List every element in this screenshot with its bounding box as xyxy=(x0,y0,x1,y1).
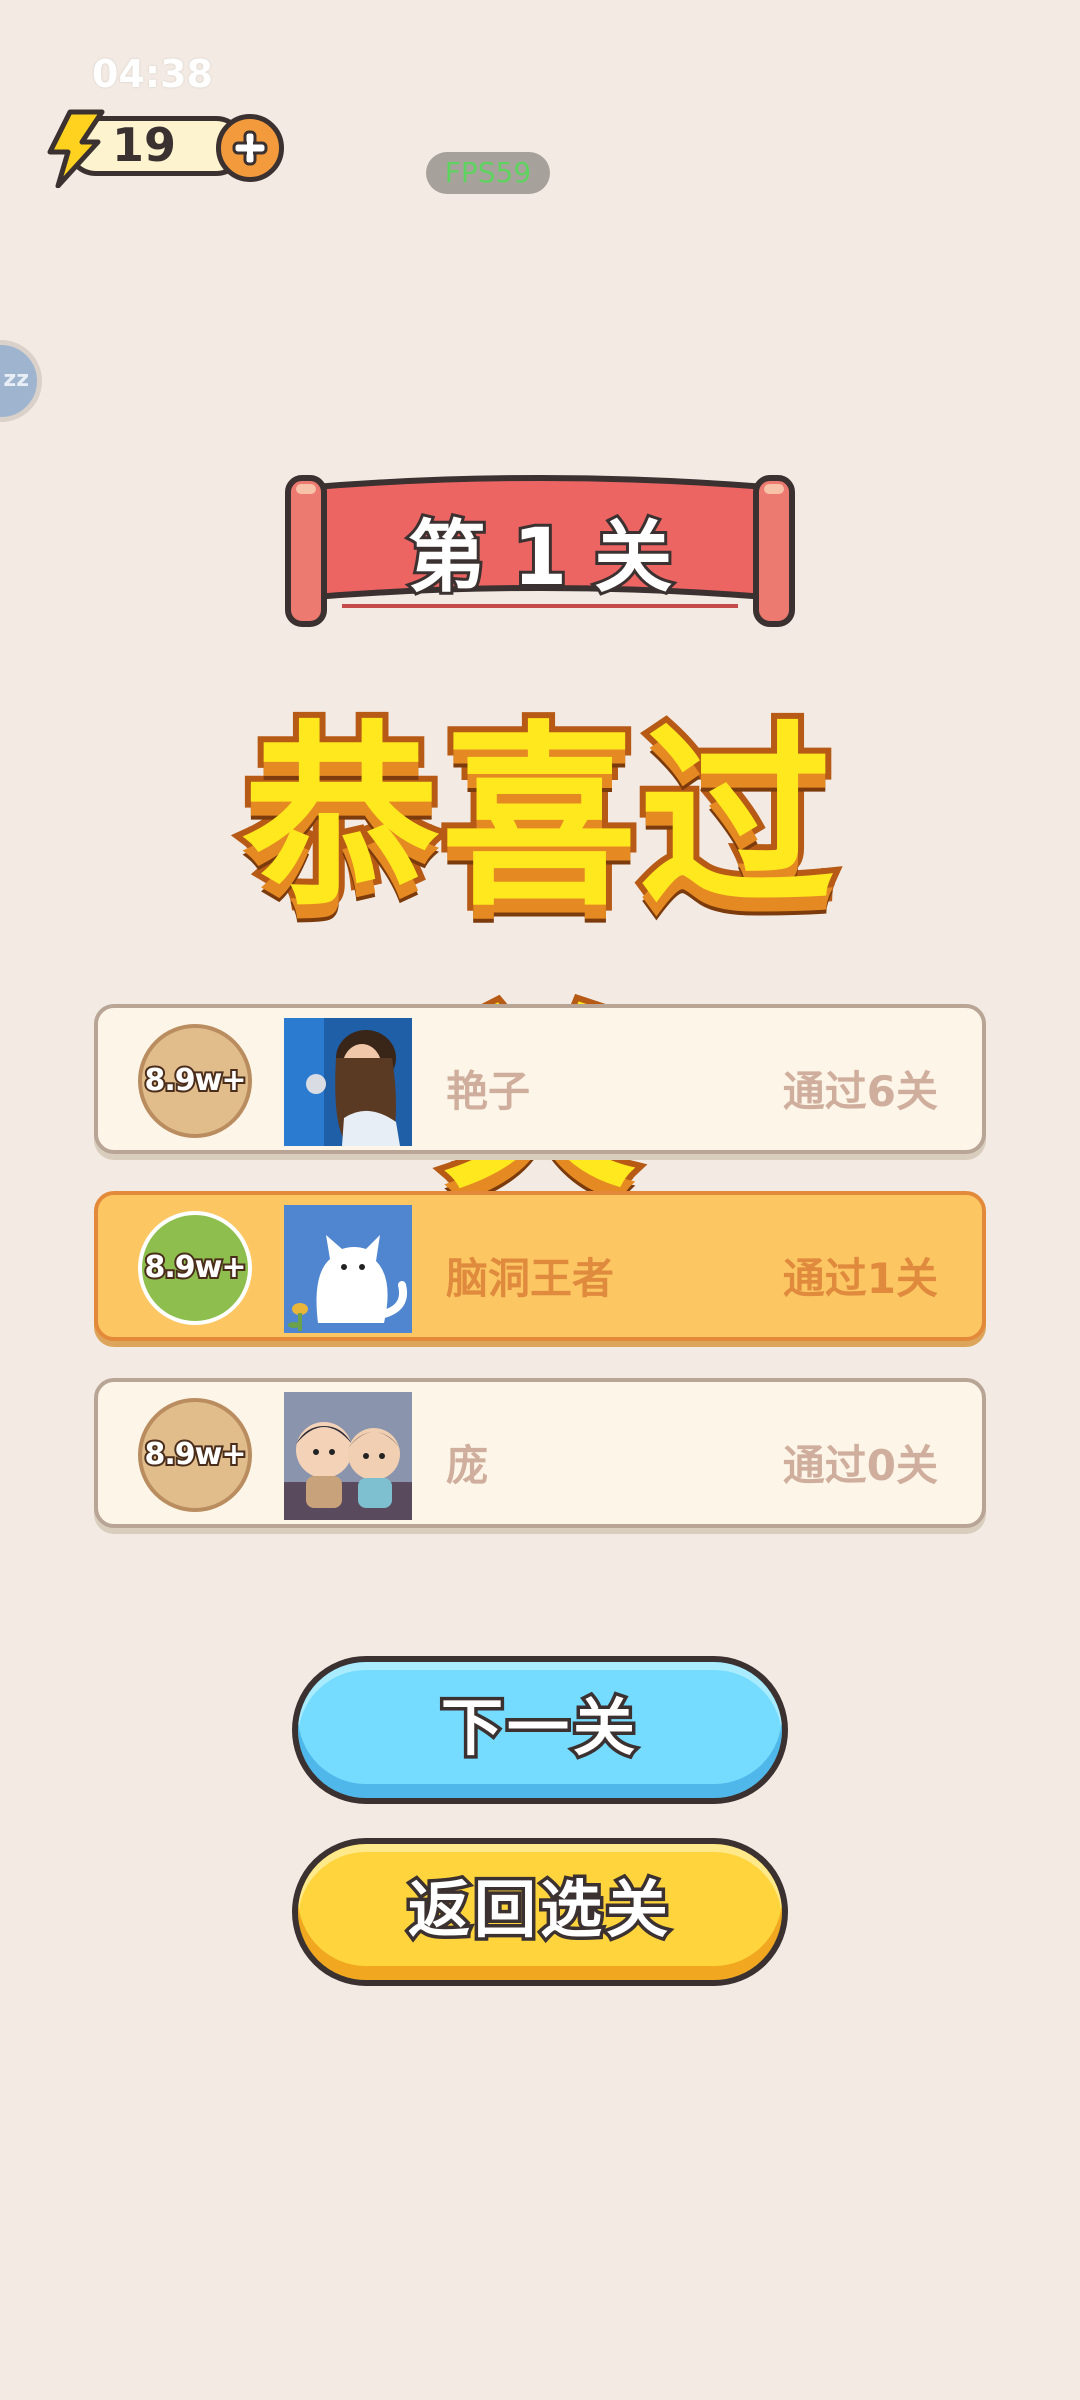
back-to-level-select-button[interactable]: 返回选关 xyxy=(292,1838,788,1986)
player-progress: 通过6关 xyxy=(782,1067,938,1116)
level-title: 第 1 关 xyxy=(405,510,676,606)
player-name: 庞 xyxy=(446,1441,489,1490)
add-energy-button[interactable] xyxy=(216,114,284,182)
score-badge: 8.9w+ xyxy=(138,1211,252,1325)
plus-icon xyxy=(232,130,268,166)
avatar xyxy=(284,1205,412,1333)
avatar xyxy=(284,1018,412,1146)
player-progress: 通过0关 xyxy=(782,1441,938,1490)
player-name: 脑洞王者 xyxy=(446,1254,615,1303)
status-time: 04:38 xyxy=(92,52,213,96)
avatar xyxy=(284,1392,412,1520)
player-name: 艳子 xyxy=(446,1067,531,1116)
ranking-row-me: 8.9w+ 脑洞王者 通过1关 xyxy=(94,1191,986,1341)
score-badge: 8.9w+ xyxy=(138,1024,252,1138)
energy-count: 19 xyxy=(112,118,177,172)
side-float-button[interactable]: zz xyxy=(0,340,42,422)
fps-indicator: FPS59 xyxy=(426,152,550,194)
score-badge: 8.9w+ xyxy=(138,1398,252,1512)
ranking-row: 8.9w+ 庞 通过0关 xyxy=(94,1378,986,1528)
lightning-bolt-icon xyxy=(40,108,106,189)
player-progress: 通过1关 xyxy=(782,1254,938,1303)
ranking-row: 8.9w+ 艳子 通过6关 xyxy=(94,1004,986,1154)
next-level-button[interactable]: 下一关 xyxy=(292,1656,788,1804)
